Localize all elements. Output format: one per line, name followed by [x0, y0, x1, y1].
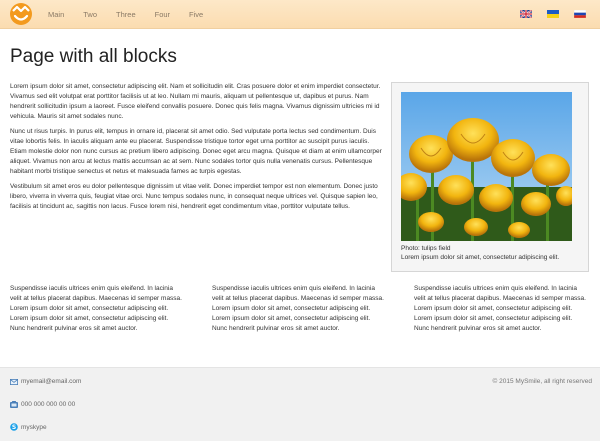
footer-phone: 000 000 000 00 00 [10, 401, 75, 408]
column-text: Suspendisse iaculis ultrices enim quis e… [10, 285, 182, 332]
uk-flag-icon[interactable] [520, 10, 532, 18]
nav-item-three[interactable]: Three [116, 0, 136, 29]
email-icon [10, 378, 18, 385]
phone-number: 000 000 000 00 00 [21, 401, 76, 408]
column-text: Suspendisse iaculis ultrices enim quis e… [212, 285, 384, 332]
content-paragraph: Nunc ut risus turpis. In purus elit, tem… [10, 128, 382, 175]
nav-item-four[interactable]: Four [155, 0, 170, 29]
ukraine-flag-icon[interactable] [547, 10, 559, 18]
three-column-block: Suspendisse iaculis ultrices enim quis e… [10, 284, 590, 334]
copyright-text: © 2015 MySmile, all right reserved [492, 378, 592, 385]
photo-caption-text: Lorem ipsum dolor sit amet, consectetur … [401, 254, 560, 261]
main-content: Lorem ipsum dolor sit amet, consectetur … [10, 82, 382, 217]
nav-item-main[interactable]: Main [48, 0, 64, 29]
language-switcher [520, 10, 586, 18]
footer: myemail@email.com 000 000 000 00 00 S my… [0, 367, 600, 441]
email-address[interactable]: myemail@email.com [21, 378, 81, 385]
russia-flag-icon[interactable] [574, 10, 586, 18]
top-navigation-bar: Main Two Three Four Five [0, 0, 600, 29]
photo-caption-title: Photo: tulips field [401, 245, 451, 252]
tulips-photo [401, 92, 572, 241]
main-nav: Main Two Three Four Five [48, 0, 222, 29]
footer-skype[interactable]: S myskype [10, 423, 47, 431]
skype-name[interactable]: myskype [21, 424, 47, 431]
page-title: Page with all blocks [10, 46, 177, 67]
phone-icon [10, 401, 18, 408]
mysmile-logo-icon[interactable] [8, 2, 34, 26]
nav-item-two[interactable]: Two [83, 0, 97, 29]
photo-block: Photo: tulips field Lorem ipsum dolor si… [391, 82, 589, 272]
content-paragraph: Vestibulum sit amet eros eu dolor pellen… [10, 183, 378, 210]
nav-item-five[interactable]: Five [189, 0, 203, 29]
content-paragraph: Lorem ipsum dolor sit amet, consectetur … [10, 83, 381, 120]
skype-icon: S [10, 423, 18, 431]
column-text: Suspendisse iaculis ultrices enim quis e… [414, 285, 586, 332]
footer-email[interactable]: myemail@email.com [10, 378, 81, 385]
svg-text:S: S [12, 424, 16, 431]
